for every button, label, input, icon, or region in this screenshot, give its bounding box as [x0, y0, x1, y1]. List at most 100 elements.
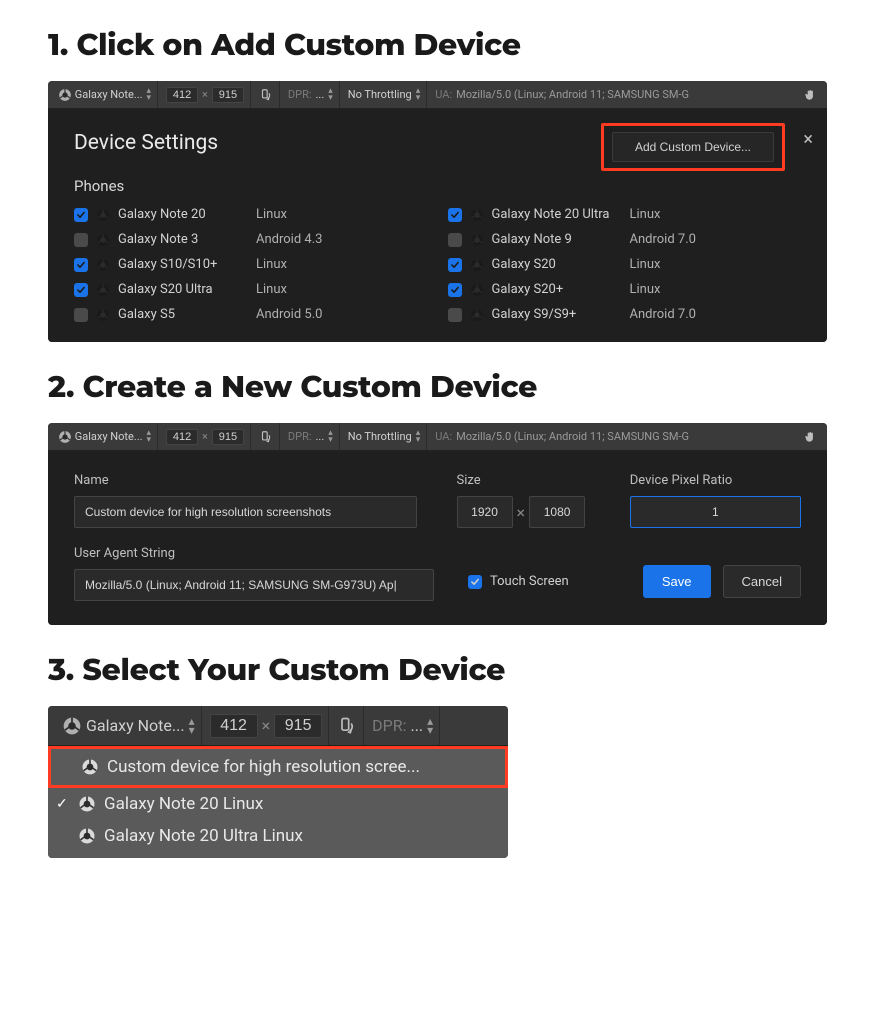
chrome-icon — [96, 258, 110, 272]
dropdown-item[interactable]: Galaxy Note 20 Ultra Linux — [48, 820, 508, 852]
device-os: Android 7.0 — [630, 232, 696, 247]
device-dropdown[interactable]: Custom device for high resolution scree.… — [48, 746, 508, 858]
step-1-heading: 1. Click on Add Custom Device — [48, 26, 827, 63]
device-checkbox[interactable] — [448, 308, 462, 322]
width-input[interactable] — [166, 429, 198, 445]
device-row[interactable]: Galaxy Note 20 Linux — [74, 207, 428, 222]
chrome-icon — [96, 283, 110, 297]
chrome-icon — [78, 795, 96, 813]
device-checkbox[interactable] — [74, 283, 88, 297]
save-button[interactable]: Save — [643, 565, 711, 598]
name-input[interactable] — [74, 496, 417, 528]
cancel-button[interactable]: Cancel — [723, 565, 801, 598]
touch-label: Touch Screen — [490, 574, 569, 589]
width-input[interactable] — [457, 496, 513, 528]
height-input[interactable] — [212, 429, 244, 445]
height-input[interactable] — [212, 87, 244, 103]
device-checkbox[interactable] — [448, 283, 462, 297]
device-row[interactable]: Galaxy S5 Android 5.0 — [74, 307, 428, 322]
add-custom-device-highlight: Add Custom Device... — [601, 123, 785, 171]
chrome-icon — [58, 430, 72, 444]
dpr-label: Device Pixel Ratio — [630, 473, 801, 488]
dpr-selector[interactable]: DPR:...▴▾ — [366, 706, 440, 745]
device-row[interactable]: Galaxy Note 20 Ultra Linux — [448, 207, 802, 222]
throttle-selector[interactable]: No Throttling▴▾ — [342, 81, 427, 108]
panel-2: Galaxy Note...▴▾ × DPR:...▴▾No Throttlin… — [48, 423, 827, 625]
device-os: Linux — [630, 257, 661, 272]
dimensions[interactable]: × — [160, 81, 251, 108]
device-os: Linux — [630, 282, 661, 297]
device-os: Linux — [256, 282, 287, 297]
device-row[interactable]: Galaxy S20+ Linux — [448, 282, 802, 297]
panel-3: Galaxy Note...▴▾ × DPR:...▴▾ Custom devi… — [48, 706, 508, 858]
device-selector[interactable]: Galaxy Note...▴▾ — [56, 706, 202, 745]
device-checkbox[interactable] — [74, 308, 88, 322]
dropdown-item[interactable]: ✓ Galaxy Note 20 Linux — [48, 788, 508, 820]
device-os: Android 7.0 — [630, 307, 696, 322]
device-row[interactable]: Galaxy S20 Ultra Linux — [74, 282, 428, 297]
chrome-icon — [470, 258, 484, 272]
device-selector[interactable]: Galaxy Note...▴▾ — [52, 81, 158, 108]
device-name: Galaxy S20+ — [492, 282, 622, 297]
width-input[interactable] — [210, 714, 258, 738]
dropdown-item-label: Galaxy Note 20 Linux — [104, 794, 263, 814]
chrome-icon — [96, 233, 110, 247]
device-os: Linux — [630, 207, 661, 222]
hand-icon — [803, 430, 817, 444]
device-row[interactable]: Galaxy S20 Linux — [448, 257, 802, 272]
devtools-toolbar: Galaxy Note...▴▾ × DPR:...▴▾ — [48, 706, 508, 746]
dimensions[interactable]: × — [160, 423, 251, 450]
ua-field[interactable]: UA:Mozilla/5.0 (Linux; Android 11; SAMSU… — [429, 81, 795, 108]
device-checkbox[interactable] — [448, 258, 462, 272]
chrome-icon — [96, 208, 110, 222]
dropdown-item-label: Galaxy Note 20 Ultra Linux — [104, 826, 303, 846]
touch-toggle[interactable] — [797, 81, 823, 108]
chrome-icon — [58, 88, 72, 102]
add-custom-device-button[interactable]: Add Custom Device... — [612, 132, 774, 162]
rotate-button[interactable] — [253, 423, 280, 450]
width-input[interactable] — [166, 87, 198, 103]
device-selector[interactable]: Galaxy Note...▴▾ — [52, 423, 158, 450]
device-checkbox[interactable] — [448, 208, 462, 222]
name-label: Name — [74, 473, 417, 488]
device-checkbox[interactable] — [74, 233, 88, 247]
device-name: Galaxy S9/S9+ — [492, 307, 622, 322]
device-row[interactable]: Galaxy Note 3 Android 4.3 — [74, 232, 428, 247]
chrome-icon — [470, 208, 484, 222]
device-row[interactable]: Galaxy Note 9 Android 7.0 — [448, 232, 802, 247]
touch-toggle[interactable] — [797, 423, 823, 450]
touch-checkbox[interactable] — [468, 575, 482, 589]
panel-1: Galaxy Note...▴▾ × DPR:...▴▾No Throttlin… — [48, 81, 827, 342]
dropdown-item[interactable]: Custom device for high resolution scree.… — [48, 746, 508, 788]
device-row[interactable]: Galaxy S10/S10+ Linux — [74, 257, 428, 272]
ua-input[interactable] — [74, 569, 434, 601]
device-os: Linux — [256, 257, 287, 272]
chrome-icon — [78, 827, 96, 845]
height-input[interactable] — [274, 714, 322, 738]
throttle-selector[interactable]: No Throttling▴▾ — [342, 423, 427, 450]
ua-field[interactable]: UA:Mozilla/5.0 (Linux; Android 11; SAMSU… — [429, 423, 795, 450]
hand-icon — [803, 88, 817, 102]
rotate-button[interactable] — [331, 706, 364, 745]
device-name: Galaxy S20 — [492, 257, 622, 272]
device-os: Android 4.3 — [256, 232, 322, 247]
device-name: Galaxy Note 3 — [118, 232, 248, 247]
dpr-input[interactable] — [630, 496, 801, 528]
rotate-button[interactable] — [253, 81, 280, 108]
device-row[interactable]: Galaxy S9/S9+ Android 7.0 — [448, 307, 802, 322]
device-checkbox[interactable] — [74, 208, 88, 222]
dpr-selector[interactable]: DPR:...▴▾ — [282, 423, 340, 450]
chrome-icon — [470, 283, 484, 297]
device-name: Galaxy Note 20 Ultra — [492, 207, 622, 222]
chrome-icon — [81, 758, 99, 776]
device-checkbox[interactable] — [74, 258, 88, 272]
close-icon[interactable]: × — [803, 131, 813, 149]
device-checkbox[interactable] — [448, 233, 462, 247]
device-name: Galaxy Note 9 — [492, 232, 622, 247]
dimensions[interactable]: × — [204, 706, 330, 745]
height-input[interactable] — [529, 496, 585, 528]
device-name: Galaxy S20 Ultra — [118, 282, 248, 297]
device-name: Galaxy Note 20 — [118, 207, 248, 222]
dpr-selector[interactable]: DPR:...▴▾ — [282, 81, 340, 108]
step-3-heading: 3. Select Your Custom Device — [48, 651, 827, 688]
